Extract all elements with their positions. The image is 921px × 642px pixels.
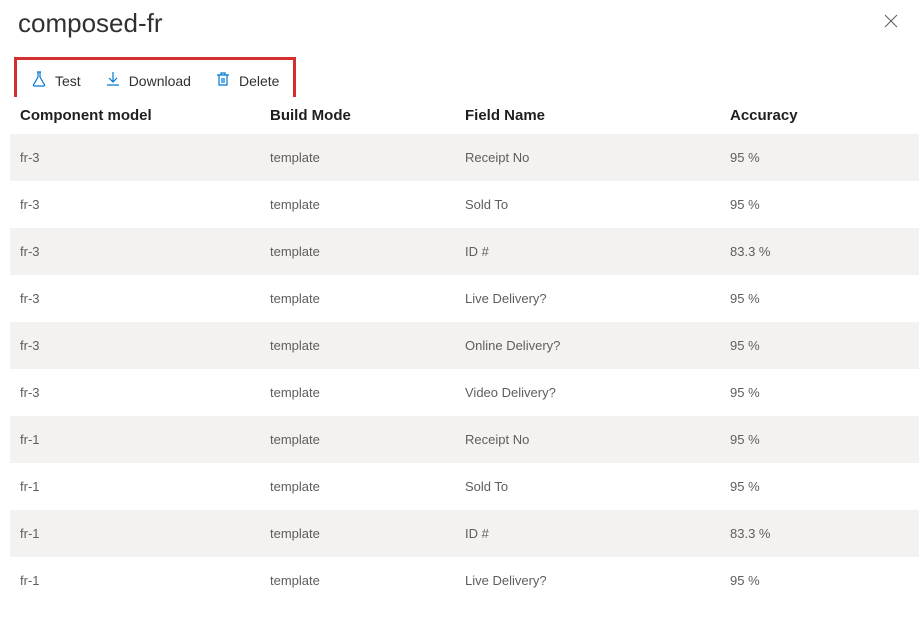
cell-accuracy: 95 % bbox=[730, 385, 909, 400]
col-header-field-name[interactable]: Field Name bbox=[465, 107, 730, 124]
cell-build-mode: template bbox=[270, 573, 465, 588]
test-button[interactable]: Test bbox=[31, 71, 81, 90]
delete-button[interactable]: Delete bbox=[215, 71, 279, 90]
cell-field-name: Sold To bbox=[465, 479, 730, 494]
test-label: Test bbox=[55, 73, 81, 89]
table-header-row: Component model Build Mode Field Name Ac… bbox=[10, 97, 919, 134]
table-row[interactable]: fr-3templateSold To95 % bbox=[10, 181, 919, 228]
cell-component-model: fr-3 bbox=[20, 197, 270, 212]
cell-build-mode: template bbox=[270, 197, 465, 212]
col-header-build-mode[interactable]: Build Mode bbox=[270, 107, 465, 124]
cell-build-mode: template bbox=[270, 479, 465, 494]
cell-field-name: Online Delivery? bbox=[465, 338, 730, 353]
cell-component-model: fr-1 bbox=[20, 432, 270, 447]
cell-build-mode: template bbox=[270, 291, 465, 306]
cell-accuracy: 95 % bbox=[730, 338, 909, 353]
delete-label: Delete bbox=[239, 73, 279, 89]
table-body: fr-3templateReceipt No95 %fr-3templateSo… bbox=[10, 134, 919, 604]
cell-component-model: fr-3 bbox=[20, 244, 270, 259]
table-row[interactable]: fr-3templateReceipt No95 % bbox=[10, 134, 919, 181]
cell-field-name: Video Delivery? bbox=[465, 385, 730, 400]
table-row[interactable]: fr-1templateSold To95 % bbox=[10, 463, 919, 510]
table-row[interactable]: fr-1templateID #83.3 % bbox=[10, 510, 919, 557]
cell-accuracy: 95 % bbox=[730, 432, 909, 447]
table-row[interactable]: fr-3templateVideo Delivery?95 % bbox=[10, 369, 919, 416]
cell-build-mode: template bbox=[270, 432, 465, 447]
cell-component-model: fr-3 bbox=[20, 385, 270, 400]
cell-component-model: fr-1 bbox=[20, 479, 270, 494]
cell-component-model: fr-3 bbox=[20, 150, 270, 165]
cell-component-model: fr-3 bbox=[20, 338, 270, 353]
cell-component-model: fr-3 bbox=[20, 291, 270, 306]
table-row[interactable]: fr-3templateID #83.3 % bbox=[10, 228, 919, 275]
cell-build-mode: template bbox=[270, 526, 465, 541]
cell-accuracy: 95 % bbox=[730, 150, 909, 165]
cell-field-name: ID # bbox=[465, 526, 730, 541]
cell-build-mode: template bbox=[270, 338, 465, 353]
cell-accuracy: 95 % bbox=[730, 573, 909, 588]
flask-icon bbox=[31, 71, 47, 90]
cell-component-model: fr-1 bbox=[20, 526, 270, 541]
close-icon bbox=[883, 13, 899, 33]
cell-build-mode: template bbox=[270, 385, 465, 400]
table-row[interactable]: fr-3templateLive Delivery?95 % bbox=[10, 275, 919, 322]
table-row[interactable]: fr-3templateOnline Delivery?95 % bbox=[10, 322, 919, 369]
cell-accuracy: 83.3 % bbox=[730, 526, 909, 541]
cell-accuracy: 95 % bbox=[730, 479, 909, 494]
table-scroll-area[interactable]: Component model Build Mode Field Name Ac… bbox=[10, 97, 919, 632]
download-label: Download bbox=[129, 73, 191, 89]
cell-field-name: Live Delivery? bbox=[465, 573, 730, 588]
component-table: Component model Build Mode Field Name Ac… bbox=[10, 97, 919, 604]
cell-field-name: ID # bbox=[465, 244, 730, 259]
cell-build-mode: template bbox=[270, 150, 465, 165]
cell-field-name: Receipt No bbox=[465, 150, 730, 165]
col-header-component-model[interactable]: Component model bbox=[20, 107, 270, 124]
cell-field-name: Sold To bbox=[465, 197, 730, 212]
cell-build-mode: template bbox=[270, 244, 465, 259]
download-icon bbox=[105, 71, 121, 90]
cell-accuracy: 95 % bbox=[730, 197, 909, 212]
cell-field-name: Receipt No bbox=[465, 432, 730, 447]
cell-accuracy: 83.3 % bbox=[730, 244, 909, 259]
download-button[interactable]: Download bbox=[105, 71, 191, 90]
cell-accuracy: 95 % bbox=[730, 291, 909, 306]
panel-title: composed-fr bbox=[18, 8, 163, 39]
table-row[interactable]: fr-1templateLive Delivery?95 % bbox=[10, 557, 919, 604]
trash-icon bbox=[215, 71, 231, 90]
close-button[interactable] bbox=[879, 9, 903, 38]
panel-header: composed-fr bbox=[0, 0, 921, 39]
cell-component-model: fr-1 bbox=[20, 573, 270, 588]
toolbar: Test Download Delete bbox=[31, 71, 279, 90]
cell-field-name: Live Delivery? bbox=[465, 291, 730, 306]
table-row[interactable]: fr-1templateReceipt No95 % bbox=[10, 416, 919, 463]
col-header-accuracy[interactable]: Accuracy bbox=[730, 107, 909, 124]
